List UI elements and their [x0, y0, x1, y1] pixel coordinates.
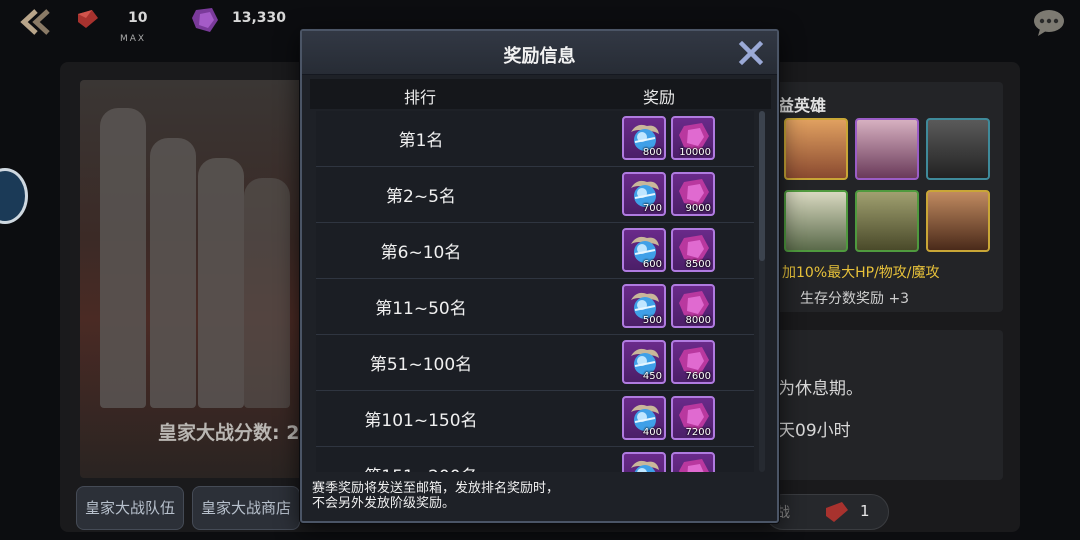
gem-reward-qty: 9000 [685, 203, 711, 214]
notice-line-1: 赛季奖励将发送至邮箱，发放排名奖励时， [312, 481, 560, 496]
statue-figure [198, 158, 244, 408]
gem-value: 13,330 [232, 10, 287, 26]
crystal-reward-item[interactable]: 600 [622, 228, 666, 272]
gem-reward-item[interactable]: 7600 [671, 340, 715, 384]
gem-reward-item[interactable]: 8500 [671, 228, 715, 272]
purple-gem-icon [679, 459, 709, 472]
royal-war-shop-button[interactable]: 皇家大战商店 [192, 486, 300, 530]
reward-row: 第2~5名 700 9000 [316, 167, 754, 223]
crystal-reward-qty: 600 [642, 259, 662, 270]
royal-war-score: 皇家大战分数: 2 [158, 422, 300, 444]
reward-list[interactable]: 第1名 800 10000 第2~5名 700 9000 第6~10名 600 8500 第11~… [316, 111, 771, 472]
crystal-reward-item[interactable] [622, 452, 666, 472]
crystal-reward-item[interactable]: 500 [622, 284, 666, 328]
notice-line-2: 不会另外发放阶级奖励。 [312, 496, 456, 511]
season-status-card [775, 330, 1003, 480]
rest-period-text: 为休息期。 [778, 379, 863, 399]
gem-reward-qty: 8000 [685, 315, 711, 326]
reward-notice: 赛季奖励将发送至邮箱，发放排名奖励时， 不会另外发放阶级奖励。 [312, 481, 559, 511]
table-header: 排行 奖励 [310, 79, 771, 109]
rank-label: 第51~100名 [369, 355, 473, 375]
reward-row: 第1名 800 10000 [316, 111, 754, 167]
hero-portrait[interactable] [926, 118, 990, 180]
chat-button[interactable] [1032, 8, 1066, 38]
dialog-header: 奖励信息 [302, 31, 777, 75]
stamina-resource: 10 MAX [74, 8, 170, 44]
gem-reward-item[interactable]: 10000 [671, 116, 715, 160]
remaining-time-text: 天09小时 [778, 421, 851, 441]
battle-ticket-count: 1 [860, 502, 870, 520]
reward-row: 第11~50名 500 8000 [316, 279, 754, 335]
crystal-reward-item[interactable]: 450 [622, 340, 666, 384]
dialog-title: 奖励信息 [503, 46, 576, 67]
rank-label: 第6~10名 [380, 243, 462, 263]
reward-row: 第101~150名 400 7200 [316, 391, 754, 447]
left-edge-badge[interactable] [0, 168, 28, 224]
reward-row: 第151~200名 [316, 447, 754, 472]
hero-portrait[interactable] [784, 190, 848, 252]
crystal-reward-item[interactable]: 700 [622, 172, 666, 216]
gem-reward-item[interactable]: 9000 [671, 172, 715, 216]
purple-gem-icon [192, 8, 218, 32]
rank-label: 第101~150名 [364, 411, 478, 431]
crystal-orb-icon [631, 460, 659, 472]
rank-label: 第2~5名 [386, 187, 456, 207]
statue-figure [150, 138, 196, 408]
gem-reward-qty: 7600 [685, 371, 711, 382]
reward-row: 第6~10名 600 8500 [316, 223, 754, 279]
bonus-heroes-title: 益英雄 [778, 96, 827, 115]
rank-label: 第151~200名 [316, 462, 526, 472]
reward-row: 第51~100名 450 7600 [316, 335, 754, 391]
close-icon [738, 40, 764, 66]
back-button[interactable] [18, 8, 54, 36]
rank-column-header: 排行 [404, 88, 437, 107]
double-chevron-left-icon [20, 9, 50, 35]
scrollbar-thumb[interactable] [759, 111, 765, 261]
chat-bubble-icon [1034, 10, 1064, 36]
stamina-max-label: MAX [120, 34, 147, 44]
close-button[interactable] [736, 38, 766, 68]
hero-portrait[interactable] [784, 118, 848, 180]
gem-resource: 13,330 [190, 8, 300, 34]
rank-label: 第11~50名 [375, 299, 467, 319]
gem-reward-item[interactable]: 8000 [671, 284, 715, 328]
hero-portrait[interactable] [855, 118, 919, 180]
bonus-stat-text: 加10%最大HP/物攻/魔攻 [782, 265, 940, 281]
hero-portrait[interactable] [855, 190, 919, 252]
crystal-reward-qty: 400 [642, 427, 662, 438]
crystal-reward-qty: 500 [642, 315, 662, 326]
reward-column-header: 奖励 [643, 88, 676, 107]
royal-war-team-button[interactable]: 皇家大战队伍 [76, 486, 184, 530]
reward-info-dialog: 奖励信息 排行 奖励 第1名 800 10000 第2~5名 700 9000 第6~10名… [300, 29, 779, 523]
crystal-reward-item[interactable]: 800 [622, 116, 666, 160]
gem-reward-item[interactable] [671, 452, 715, 472]
survival-score-bonus: 生存分数奖励 +3 [800, 291, 910, 307]
statue-figure [244, 178, 290, 408]
red-flag-icon [826, 502, 848, 522]
gem-reward-qty: 7200 [685, 427, 711, 438]
crystal-reward-qty: 800 [642, 147, 662, 158]
statue-figure [100, 108, 146, 408]
crystal-reward-qty: 700 [642, 203, 662, 214]
gem-reward-qty: 10000 [679, 147, 711, 158]
crystal-reward-item[interactable]: 400 [622, 396, 666, 440]
crystal-reward-qty: 450 [642, 371, 662, 382]
red-flag-icon [78, 10, 98, 28]
hero-portrait[interactable] [926, 190, 990, 252]
stamina-value: 10 [128, 10, 148, 26]
gem-reward-item[interactable]: 7200 [671, 396, 715, 440]
gem-reward-qty: 8500 [685, 259, 711, 270]
rank-label: 第1名 [398, 131, 444, 151]
